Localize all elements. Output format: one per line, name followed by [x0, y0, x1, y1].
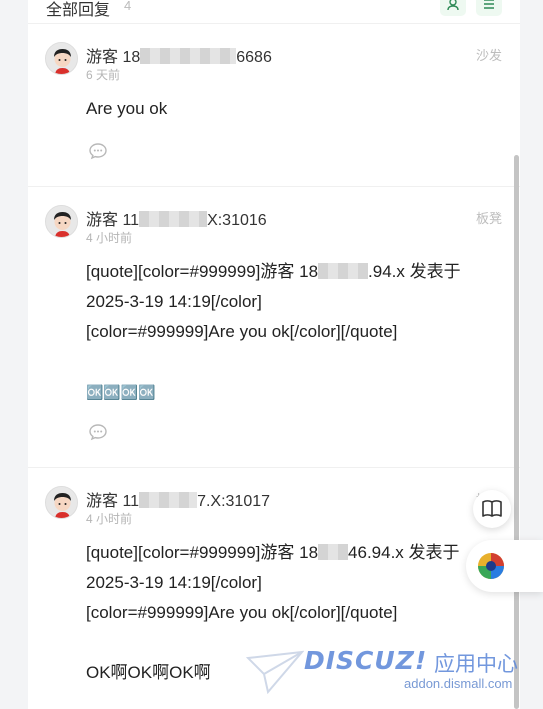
reply-author[interactable]: 游客 11 7.X:31017: [86, 487, 270, 511]
user-icon: [447, 0, 459, 11]
redacted-mask: [140, 48, 237, 64]
guest-avatar-icon: [46, 43, 77, 74]
reply-list-title: 全部回复: [46, 2, 111, 19]
reply-content: Are you ok: [86, 99, 168, 118]
reply-content: [quote][color=#999999]游客 18.94.x 发表于 202…: [86, 257, 506, 407]
reply-time: 4 小时前: [86, 231, 133, 245]
discuz-watermark: DISCUZ! 应用中心 addon.dismall.com: [244, 646, 534, 704]
redacted-mask: [139, 211, 208, 227]
read-mode-button[interactable]: [473, 490, 511, 528]
floor-label: 板凳: [475, 211, 502, 226]
color-palette-icon: [478, 553, 504, 579]
watermark-url: addon.dismall.com: [404, 676, 513, 691]
reply-author[interactable]: 游客 18 6686: [86, 43, 272, 67]
sort-button[interactable]: [476, 0, 502, 16]
list-icon: [484, 0, 494, 9]
book-icon: [482, 500, 502, 517]
author-only-button[interactable]: [440, 0, 466, 16]
reply-list-card: 全部回复 4 游客 18 6686 6 天前 沙发 Are you ok 游客 …: [28, 0, 520, 709]
avatar[interactable]: [45, 42, 78, 75]
redacted-mask: [318, 263, 369, 279]
ok-emoji-row: 🆗🆗🆗🆗: [86, 384, 156, 400]
reply-time: 4 小时前: [86, 512, 133, 526]
reply-item: 游客 18 6686 6 天前 沙发 Are you ok: [28, 24, 520, 187]
avatar[interactable]: [45, 205, 78, 238]
theme-switch-button[interactable]: [466, 540, 543, 592]
paper-plane-icon: [246, 650, 304, 694]
reply-time: 6 天前: [86, 68, 121, 82]
scrollbar-thumb[interactable]: [514, 155, 519, 709]
reply-count: 4: [124, 0, 132, 13]
guest-avatar-icon: [46, 487, 77, 518]
redacted-mask: [318, 544, 349, 560]
redacted-mask: [139, 492, 198, 508]
floor-label: 沙发: [475, 48, 502, 63]
comment-icon[interactable]: [88, 422, 108, 447]
reply-item: 游客 11 X:31016 4 小时前 板凳 [quote][color=#999…: [28, 187, 520, 468]
app-center-label: 应用中心: [434, 653, 518, 676]
guest-avatar-icon: [46, 206, 77, 237]
avatar[interactable]: [45, 486, 78, 519]
reply-author[interactable]: 游客 11 X:31016: [86, 206, 267, 230]
discuz-logo-text: DISCUZ!: [304, 646, 428, 675]
reply-list-header: 全部回复 4: [28, 0, 520, 24]
comment-icon[interactable]: [88, 141, 108, 166]
